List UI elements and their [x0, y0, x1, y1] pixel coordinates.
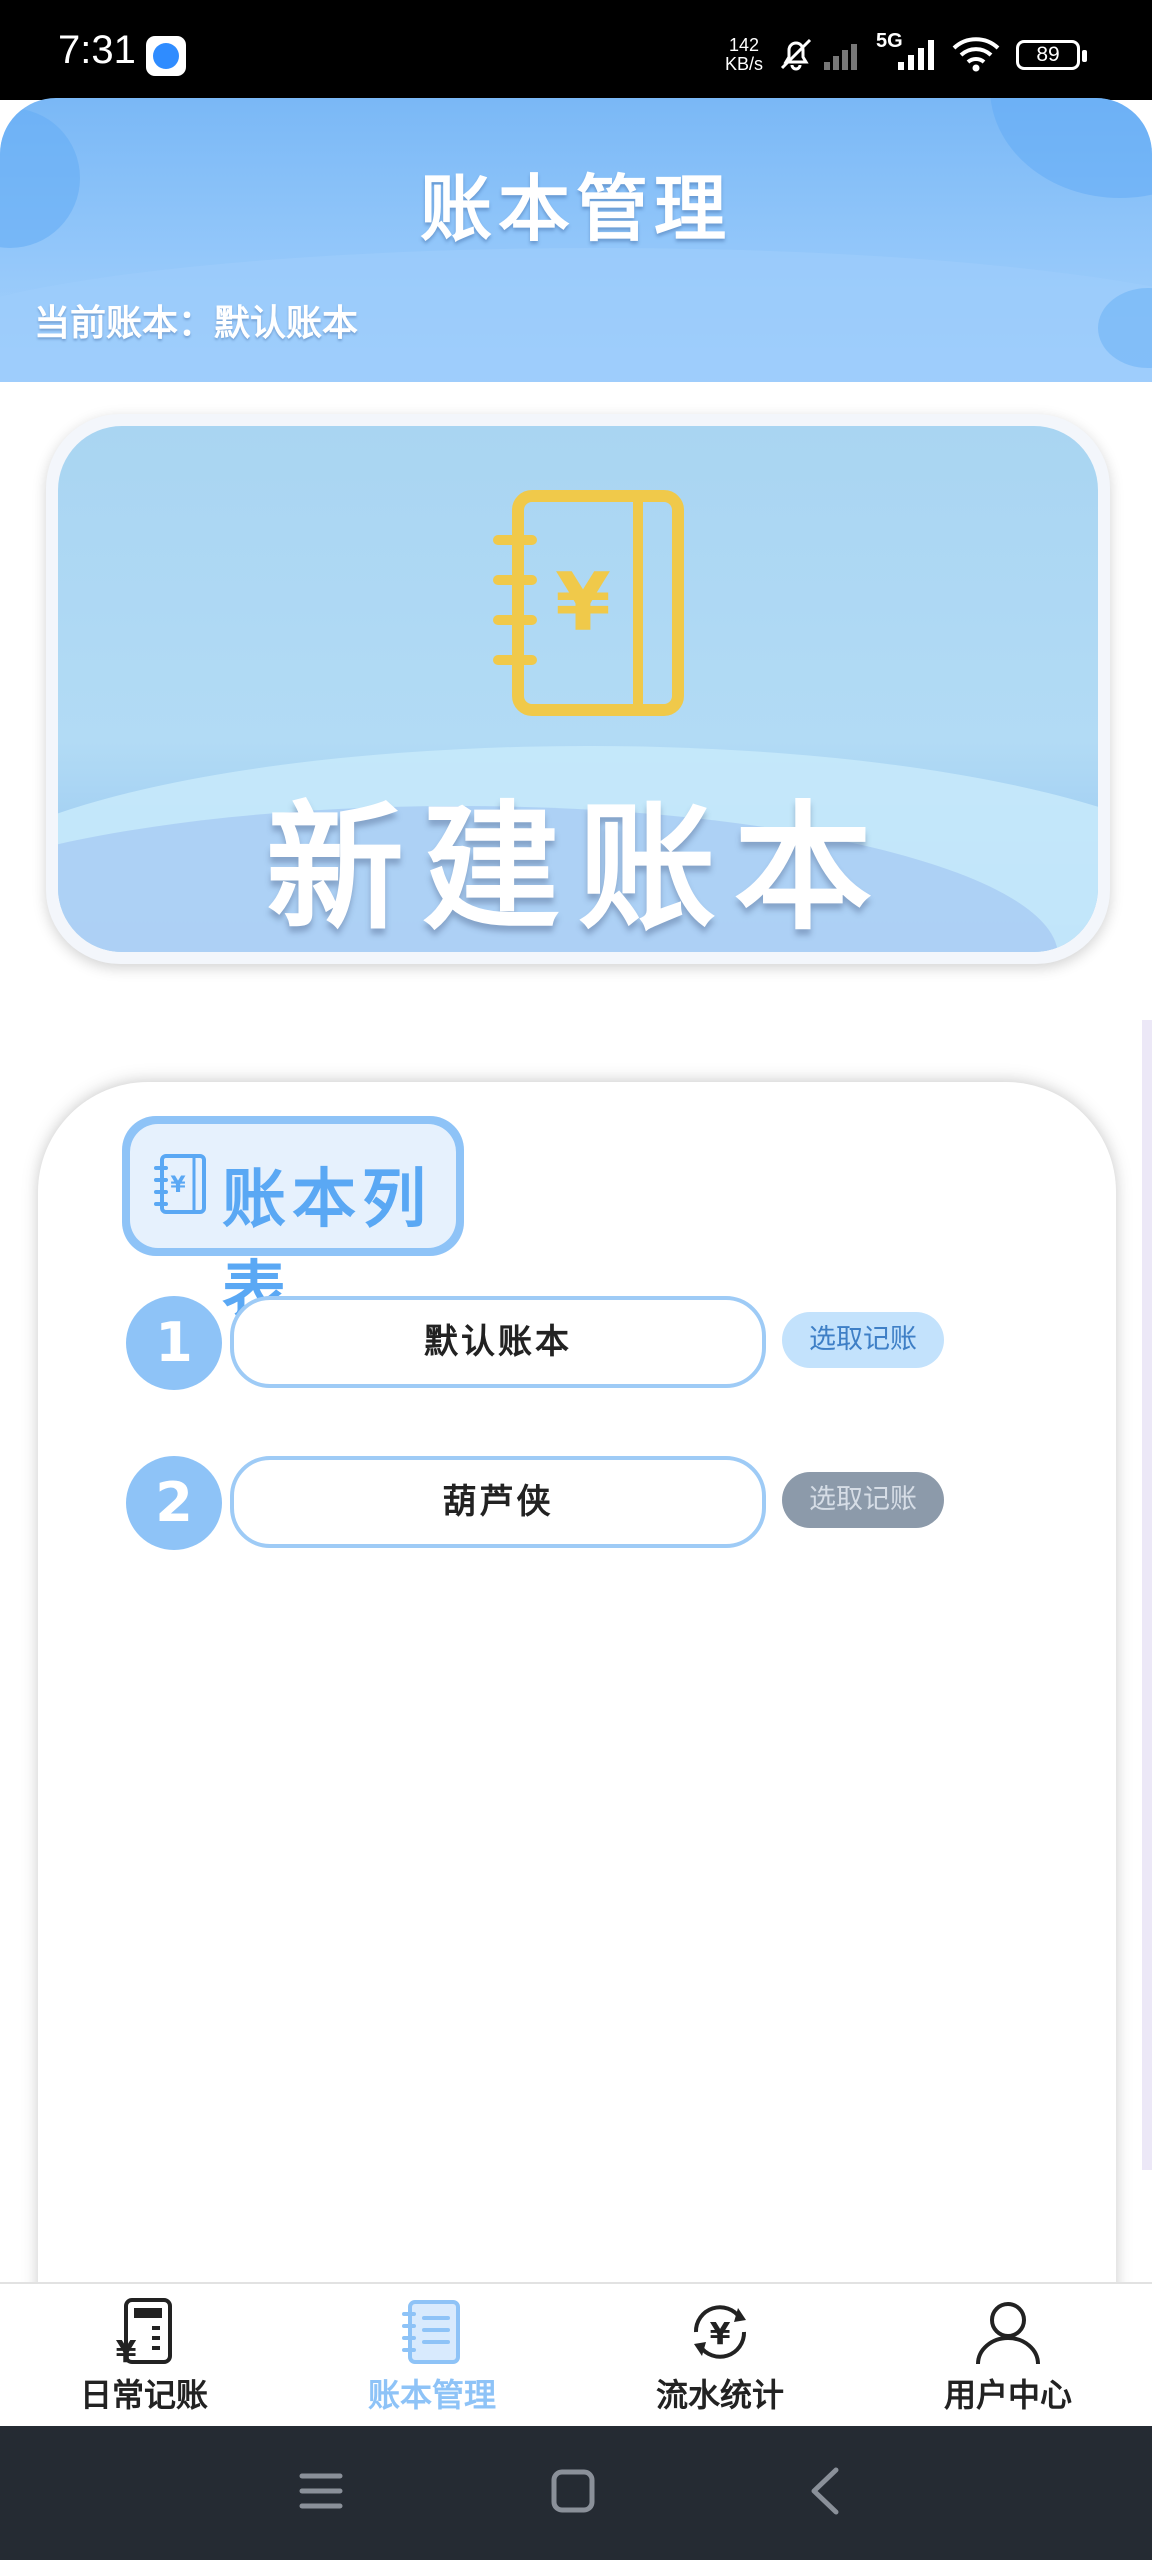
notebook-icon — [402, 2300, 460, 2364]
new-book-banner: ¥ 新建账本 — [58, 426, 1098, 952]
network-speed-value: 142 — [728, 35, 760, 55]
book-list-header-inner: ¥ 账本列表 — [130, 1124, 456, 1329]
signal-strong-icon — [898, 40, 934, 70]
back-icon[interactable] — [802, 2466, 848, 2516]
network-speed: 142 KB/s — [716, 36, 772, 74]
tab-flow-statistics[interactable]: ¥ 流水统计 — [576, 2284, 864, 2428]
battery-indicator: 89 — [1016, 40, 1087, 70]
tab-book-management[interactable]: 账本管理 — [288, 2284, 576, 2428]
mute-bell-icon — [780, 38, 812, 71]
tab-label: 账本管理 — [367, 2376, 496, 2414]
select-book-button[interactable]: 选取记账 — [782, 1472, 944, 1528]
svg-text:¥: ¥ — [170, 1173, 186, 1198]
yen-cycle-icon: ¥ — [693, 2305, 747, 2359]
scrollbar[interactable] — [1142, 1020, 1152, 2170]
tab-user-center[interactable]: 用户中心 — [864, 2284, 1152, 2428]
system-navigation-bar — [0, 2426, 1152, 2560]
tab-daily-accounting[interactable]: ¥ 日常记账 — [0, 2284, 288, 2428]
status-time: 7:31 — [58, 28, 136, 72]
svg-text:¥: ¥ — [116, 2335, 137, 2368]
home-icon[interactable] — [550, 2466, 596, 2516]
tab-label: 日常记账 — [79, 2376, 208, 2414]
menu-icon[interactable] — [298, 2466, 344, 2516]
tab-label: 用户中心 — [943, 2376, 1072, 2414]
page-title: 账本管理 — [419, 166, 732, 251]
app-notification-icon — [146, 36, 186, 76]
new-book-label: 新建账本 — [265, 788, 890, 949]
book-list-header: ¥ 账本列表 — [122, 1116, 464, 1329]
book-list-item: 2 葫芦侠 选取记账 — [126, 1456, 1026, 1550]
svg-text:¥: ¥ — [555, 556, 611, 649]
notebook-icon: ¥ — [154, 1154, 206, 1214]
bottom-tab-bar: ¥ 日常记账 账本管理 ¥ 流水统计 用户中心 — [0, 2282, 1152, 2426]
calculator-yen-icon: ¥ — [116, 2298, 172, 2368]
book-name[interactable]: 葫芦侠 — [230, 1456, 766, 1548]
book-name[interactable]: 默认账本 — [230, 1296, 766, 1388]
book-index: 2 — [126, 1456, 222, 1550]
tab-label: 流水统计 — [655, 2376, 784, 2414]
select-book-button[interactable]: 选取记账 — [782, 1312, 944, 1368]
network-speed-unit: KB/s — [724, 54, 763, 74]
user-icon — [976, 2302, 1040, 2365]
wifi-icon — [952, 37, 1000, 72]
current-book-label: 当前账本：默认账本 — [34, 302, 359, 344]
book-list-item: 1 默认账本 选取记账 — [126, 1296, 1026, 1390]
ledger-book-icon: ¥ — [493, 490, 684, 716]
new-book-button[interactable]: ¥ 新建账本 — [46, 414, 1110, 964]
book-index: 1 — [126, 1296, 222, 1390]
book-list-card: ¥ 账本列表 1 默认账本 选取记账 2 葫芦侠 选取记账 — [38, 1082, 1116, 2322]
signal-weak-icon — [824, 44, 857, 70]
svg-text:¥: ¥ — [710, 2317, 731, 2352]
page-header: 账本管理 当前账本：默认账本 — [0, 98, 1152, 382]
status-bar: 7:31 142 KB/s 5G 89 — [0, 0, 1152, 100]
